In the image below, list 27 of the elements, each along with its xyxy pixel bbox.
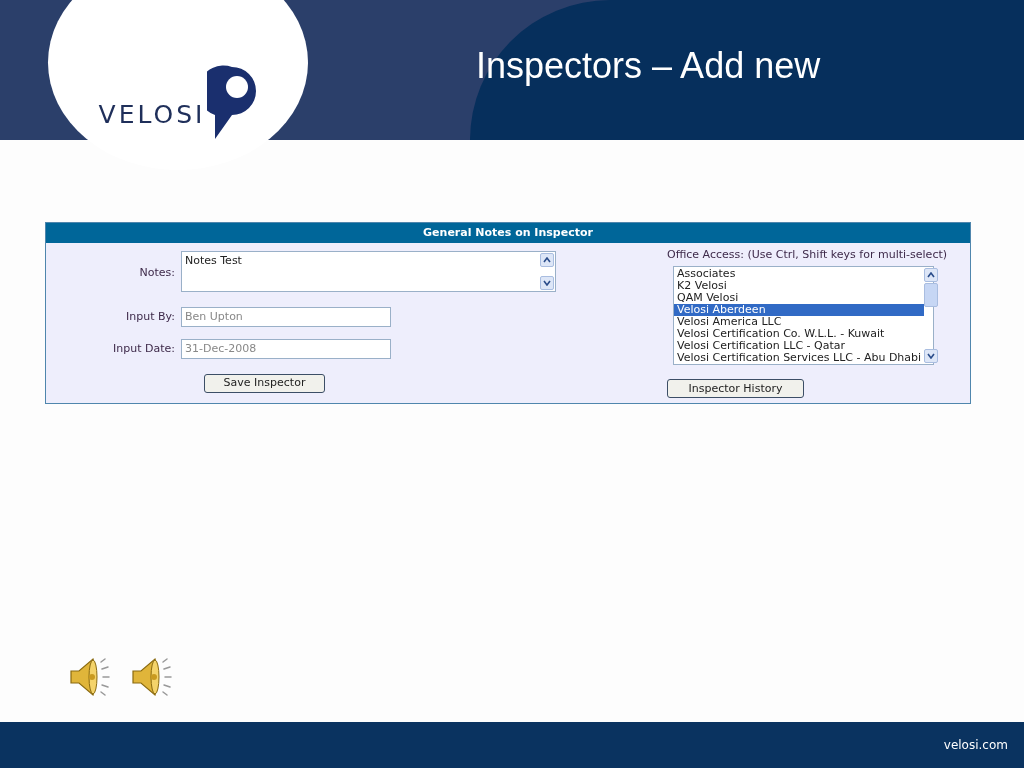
list-option[interactable]: Velosi Certification Co. W.L.L. - Kuwait [674, 327, 925, 340]
field-label: Input By: [125, 308, 176, 325]
form-heading: General Notes on Inspector [46, 223, 970, 243]
logo-mark-icon [207, 64, 258, 141]
save-button[interactable]: Save Inspector [204, 373, 325, 393]
input-field[interactable]: 31-Dec-2008 [181, 339, 391, 359]
input-field[interactable]: Ben Upton [181, 307, 391, 327]
history-button[interactable]: Inspector History [667, 379, 804, 399]
slide-title: Inspectors – Add new [476, 48, 821, 84]
list-option[interactable]: Velosi Certification Services LLC - Abu Dhabi [674, 351, 925, 364]
scroll-up-icon[interactable] [924, 267, 939, 282]
scroll-up-icon[interactable] [540, 253, 554, 267]
logo-text: VELOSI [98, 98, 206, 131]
list-option[interactable]: QAM Velosi [674, 291, 925, 304]
list-option[interactable]: Associates [674, 267, 925, 280]
scroll-down-icon[interactable] [924, 348, 939, 363]
scroll-down-icon[interactable] [540, 276, 554, 290]
list-option[interactable]: K2 Velosi [674, 279, 925, 292]
office-access-label: Office Access: (Use Ctrl, Shift keys for multi-select) [667, 247, 949, 263]
list-option[interactable]: Velosi America LLC [674, 315, 925, 328]
field-label: Input Date: [112, 340, 176, 357]
list-option[interactable]: Velosi Aberdeen [674, 303, 925, 316]
notes-field[interactable]: Notes Test [181, 251, 556, 292]
website-text: velosi.com [943, 737, 1008, 754]
field-label: Notes: [138, 265, 176, 281]
scrollbar-thumb[interactable] [924, 282, 939, 307]
list-option[interactable]: Velosi Certification LLC - Qatar [674, 339, 925, 352]
